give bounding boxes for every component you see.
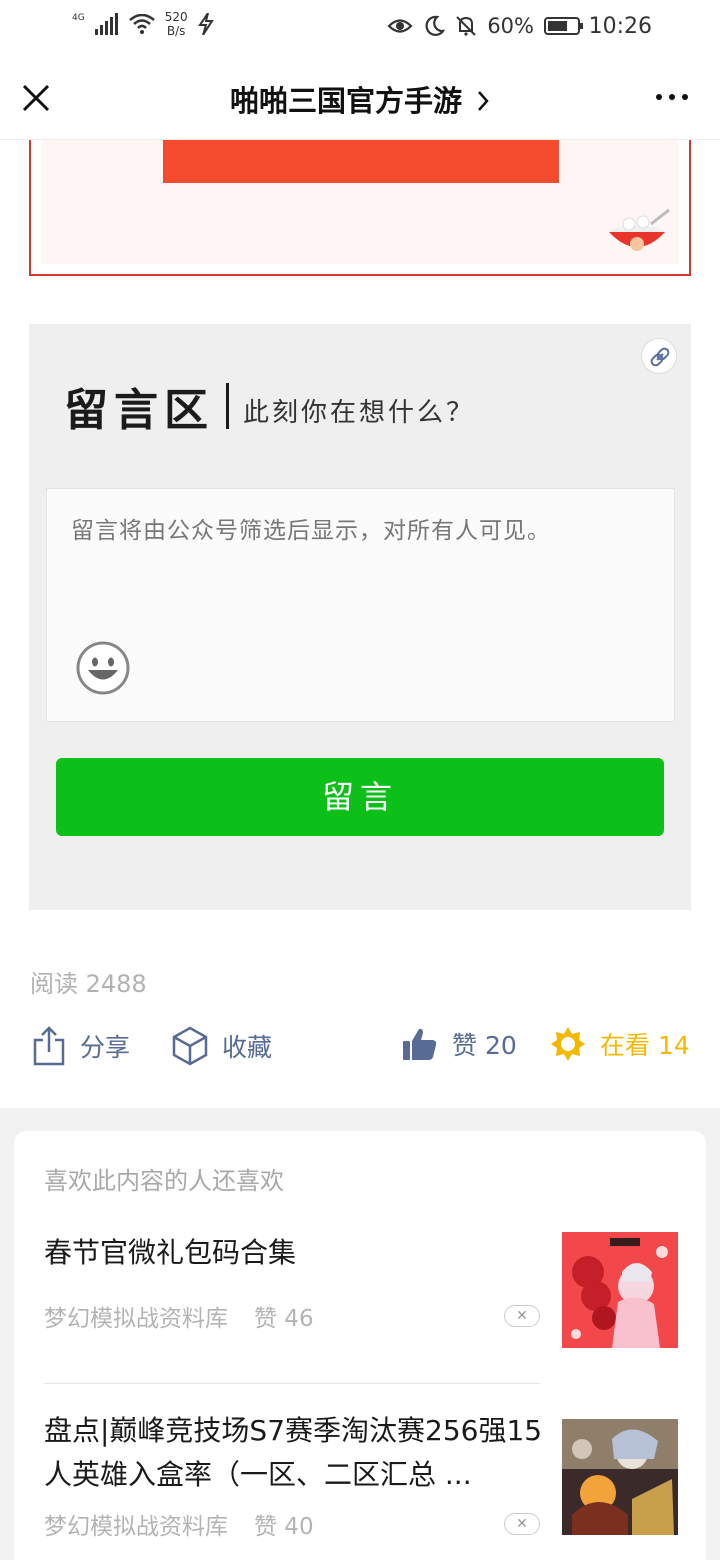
status-left: 4G 520 B/s	[72, 10, 214, 38]
network-type: 4G	[72, 13, 85, 23]
recommendation-header: 喜欢此内容的人还喜欢	[44, 1167, 284, 1195]
cube-icon	[172, 1026, 208, 1066]
emoji-button[interactable]	[76, 641, 130, 695]
title-bar: 啪啪三国官方手游	[0, 56, 720, 140]
smiley-icon	[76, 641, 130, 695]
status-bar: 4G 520 B/s 60% 10:26	[0, 0, 720, 56]
share-icon	[33, 1026, 65, 1066]
recommended-article[interactable]: 春节官微礼包码合集 梦幻模拟战资料库 赞 46 ✕	[44, 1219, 678, 1359]
share-label: 分享	[80, 1033, 131, 1062]
item-divider	[44, 1383, 540, 1384]
game-art-thumbnail	[562, 1419, 678, 1535]
article-meta: 梦幻模拟战资料库 赞 46	[44, 1299, 314, 1333]
battery-percent: 60%	[487, 14, 534, 38]
comment-title: 留言区	[64, 385, 214, 436]
article-likes: 赞 46	[254, 1306, 314, 1332]
article-source: 梦幻模拟战资料库	[44, 1514, 228, 1540]
favorite-button[interactable]: 收藏	[172, 1026, 272, 1066]
speed-unit: B/s	[166, 24, 186, 38]
page-title: 啪啪三国官方手游	[229, 84, 462, 118]
more-dot	[656, 94, 662, 100]
article-title: 盘点|巅峰竞技场S7赛季淘汰赛256强15人英雄入盒率（一区、二区汇总 ...	[44, 1414, 543, 1491]
share-button[interactable]: 分享	[32, 1026, 130, 1066]
more-button[interactable]	[656, 94, 688, 100]
article-thumbnail	[562, 1419, 678, 1535]
comment-section: 留言区 此刻你在想什么？ 留言将由公众号筛选后显示，对所有人可见。 留言	[29, 324, 691, 910]
link-button[interactable]	[641, 338, 677, 374]
article-title: 春节官微礼包码合集	[44, 1236, 297, 1269]
promo-inner	[41, 140, 679, 264]
more-dot	[669, 94, 675, 100]
game-art-thumbnail	[562, 1232, 678, 1348]
favorite-label: 收藏	[222, 1033, 273, 1062]
dismiss-button[interactable]: ✕	[504, 1305, 540, 1327]
wow-button[interactable]: 在看 14	[550, 1026, 690, 1062]
like-button[interactable]: 赞 20	[402, 1026, 517, 1062]
account-title-link[interactable]: 啪啪三国官方手游	[0, 78, 720, 120]
promo-red-bar[interactable]	[163, 140, 559, 183]
wow-label: 在看 14	[600, 1031, 690, 1060]
like-label: 赞 20	[452, 1031, 517, 1060]
moon-icon	[425, 15, 446, 36]
more-dot	[682, 94, 688, 100]
thumbs-up-icon	[403, 1028, 437, 1060]
recommendation-card: 喜欢此内容的人还喜欢 春节官微礼包码合集 梦幻模拟战资料库 赞 46 ✕ 盘点|…	[14, 1131, 706, 1560]
eye-icon	[387, 19, 413, 33]
comment-subtitle: 此刻你在想什么？	[243, 397, 476, 428]
status-right: 60%	[387, 14, 584, 38]
link-icon	[650, 347, 670, 367]
wifi-icon	[128, 14, 155, 34]
comment-input[interactable]: 留言将由公众号筛选后显示，对所有人可见。	[46, 488, 675, 722]
article-meta: 梦幻模拟战资料库 赞 40	[44, 1507, 314, 1541]
article-likes: 赞 40	[254, 1514, 314, 1540]
speed-value: 520	[164, 10, 188, 24]
article-thumbnail	[562, 1232, 678, 1348]
article-source: 梦幻模拟战资料库	[44, 1306, 228, 1332]
recommended-article[interactable]: 盘点|巅峰竞技场S7赛季淘汰赛256强15人英雄入盒率（一区、二区汇总 ... …	[44, 1409, 678, 1560]
comment-heading: 留言区 此刻你在想什么？	[64, 374, 475, 438]
comment-placeholder: 留言将由公众号筛选后显示，对所有人可见。	[71, 518, 551, 544]
submit-comment-button[interactable]: 留言	[56, 758, 664, 836]
dismiss-button[interactable]: ✕	[504, 1513, 540, 1535]
network-speed: 520 B/s	[165, 10, 188, 38]
clock: 10:26	[588, 14, 652, 39]
read-count: 阅读 2488	[30, 970, 147, 998]
chevron-right-icon	[478, 91, 489, 111]
battery-icon	[544, 17, 583, 35]
lightning-icon	[197, 13, 214, 35]
action-row: 分享 收藏 赞 20 在看 14	[0, 1026, 720, 1076]
heading-divider	[226, 383, 229, 429]
promo-banner	[29, 140, 691, 276]
mute-bell-icon	[456, 16, 477, 36]
rice-bowl-icon	[609, 208, 670, 251]
signal-icon	[94, 13, 118, 35]
wow-star-icon	[551, 1027, 585, 1061]
